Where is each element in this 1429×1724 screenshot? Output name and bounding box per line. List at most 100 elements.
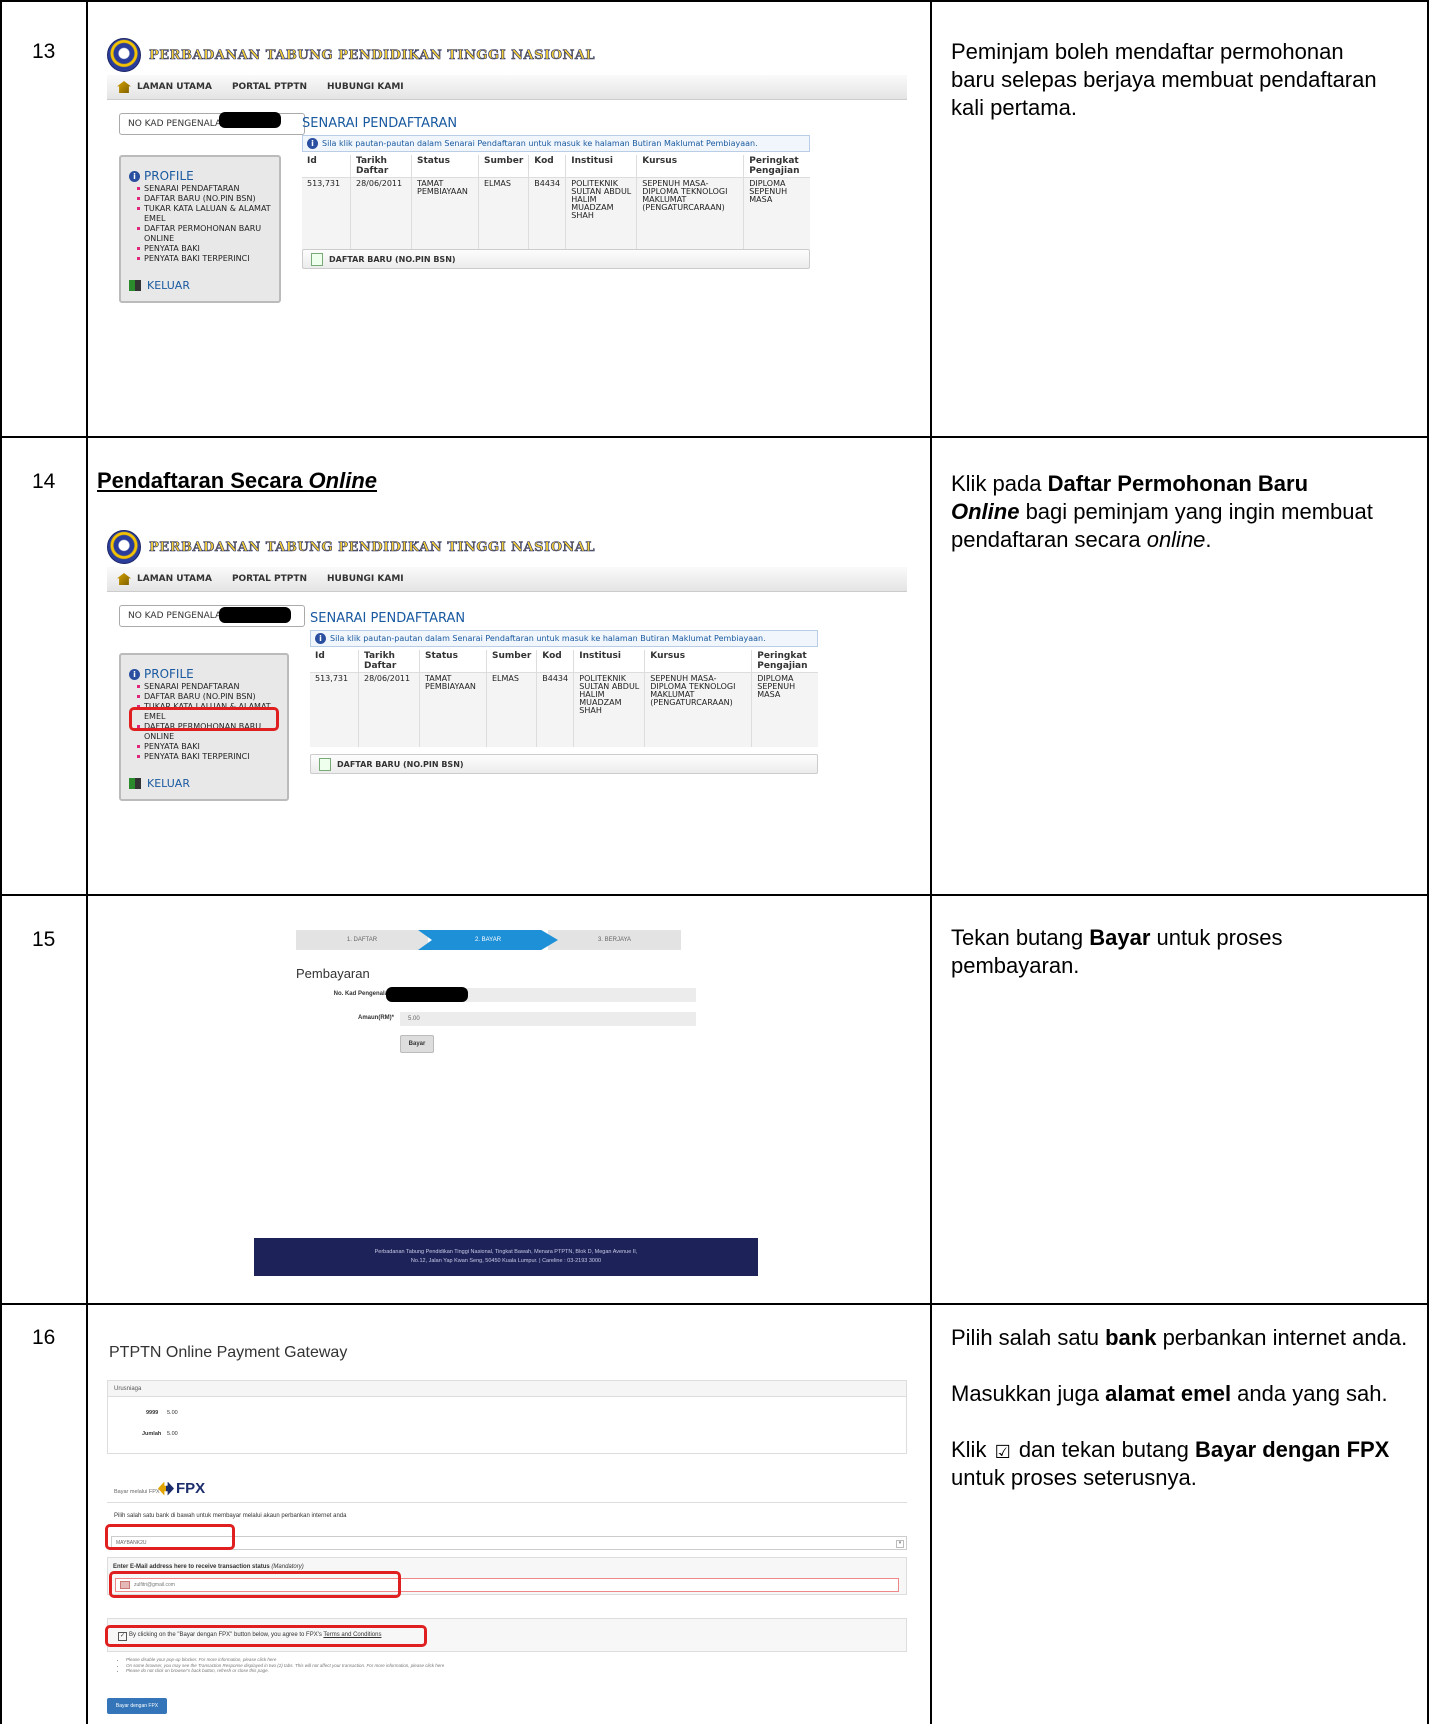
description-14: Klik pada Daftar Permohonan Baru Online b… [951, 470, 1391, 554]
column-divider-1 [86, 0, 88, 1724]
payment-notes: Please disable your pop-up blocker. For … [118, 1657, 444, 1674]
menu-senarai-pendaftaran[interactable]: SENARAI PENDAFTARAN [137, 184, 279, 194]
row-number-16: 16 [32, 1326, 56, 1349]
transaction-panel: Urusniaga 9999 5.00 Jumlah 5.00 [107, 1380, 907, 1454]
description-13: Peminjam boleh mendaftar permohonan baru… [951, 39, 1377, 120]
notice-text: Sila klik pautan-pautan dalam Senarai Pe… [330, 634, 766, 643]
nav-portal-ptptn[interactable]: PORTAL PTPTN [232, 82, 307, 92]
desc-16-p2a: Masukkan juga [951, 1381, 1106, 1406]
dropdown-arrow-icon: ▾ [896, 1540, 904, 1548]
profile-icon: i [129, 170, 140, 182]
daftar-baru-button[interactable]: DAFTAR BARU (NO.PIN BSN) [302, 249, 810, 269]
redaction-bar [386, 987, 468, 1002]
redaction-bar [219, 607, 291, 623]
top-nav: LAMAN UTAMA PORTAL PTPTN HUBUNGI KAMI [107, 75, 907, 100]
menu-penyata-baki[interactable]: PENYATA BAKI [137, 244, 279, 254]
bayar-button[interactable]: Bayar [400, 1035, 434, 1053]
th-tarikh: Tarikh Daftar [350, 155, 412, 178]
cell-peringkat: DIPLOMA SEPENUH MASA [757, 674, 796, 699]
table-border-left [0, 0, 2, 1724]
heading-text: Pendaftaran Secara [97, 468, 309, 493]
highlight-bank-select [105, 1524, 235, 1550]
info-notice: i Sila klik pautan-pautan dalam Senarai P… [302, 135, 810, 152]
add-document-icon [311, 252, 323, 266]
fpx-tab-label[interactable]: Bayar melalui FPX [114, 1489, 160, 1495]
menu-senarai-pendaftaran[interactable]: SENARAI PENDAFTARAN [137, 682, 287, 692]
cell-sumber: ELMAS [486, 672, 538, 747]
daftar-baru-label: DAFTAR BARU (NO.PIN BSN) [329, 254, 456, 264]
th-institusi: Institusi [565, 155, 638, 178]
nav-laman-utama[interactable]: LAMAN UTAMA [137, 82, 212, 92]
footer-line-1: Perbadanan Tabung Pendidikan Tinggi Nasi… [374, 1249, 638, 1255]
payment-title: Pembayaran [296, 966, 370, 981]
desc-16-p1b: bank [1105, 1325, 1157, 1350]
total-amount: 5.00 [167, 1431, 178, 1437]
profile-menu: SENARAI PENDAFTARAN DAFTAR BARU (NO.PIN … [137, 184, 279, 264]
table-header-row: Id Tarikh Daftar Status Sumber Kod Insti… [302, 155, 810, 178]
desc-16-p1: Pilih salah satu bank perbankan internet… [951, 1324, 1421, 1352]
desc-14-a: Klik pada [951, 471, 1048, 496]
row-divider-15-16 [0, 1303, 1429, 1305]
txn-code-amount: 5.00 [167, 1410, 178, 1416]
email-label: Enter E-Mail address here to receive tra… [113, 1564, 304, 1570]
th-peringkat: Peringkat Pengajian [751, 650, 818, 673]
menu-tukar-kata-laluan[interactable]: TUKAR KATA LALUAN & ALAMAT EMEL [137, 204, 279, 224]
cell-status: TAMAT PEMBIAYAAN [419, 672, 487, 747]
amount-input[interactable]: 5.00 [400, 1012, 696, 1026]
desc-14-f: . [1205, 527, 1212, 552]
home-icon [117, 81, 131, 93]
menu-penyata-baki[interactable]: PENYATA BAKI [137, 742, 287, 752]
daftar-baru-label: DAFTAR BARU (NO.PIN BSN) [337, 759, 464, 769]
th-tarikh: Tarikh Daftar [358, 650, 420, 673]
logout-link[interactable]: KELUAR [129, 777, 190, 790]
heading-italic-text: Online [308, 468, 377, 493]
profile-heading: i PROFILE [129, 169, 194, 183]
cell-kursus: SEPENUH MASA- DIPLOMA TEKNOLOGI MAKLUMAT… [644, 672, 753, 747]
nav-laman-utama[interactable]: LAMAN UTAMA [137, 574, 212, 584]
profile-label: PROFILE [144, 667, 194, 681]
txn-code: 9999 [146, 1410, 159, 1416]
cell-id: 513,731 [302, 177, 351, 252]
desc-16-p3a: Klik [951, 1437, 993, 1462]
desc-16-p2c: anda yang sah. [1231, 1381, 1388, 1406]
nav-hubungi-kami[interactable]: HUBUNGI KAMI [327, 82, 404, 92]
desc-15-b: Bayar [1089, 925, 1151, 950]
cell-kursus: SEPENUH MASA- DIPLOMA TEKNOLOGI MAKLUMAT… [636, 177, 745, 252]
menu-daftar-baru[interactable]: DAFTAR BARU (NO.PIN BSN) [137, 692, 287, 702]
section-heading: Pendaftaran Secara Online [97, 468, 377, 494]
nav-hubungi-kami[interactable]: HUBUNGI KAMI [327, 574, 404, 584]
exit-icon [129, 280, 141, 291]
menu-daftar-baru[interactable]: DAFTAR BARU (NO.PIN BSN) [137, 194, 279, 204]
fpx-logo-icon [158, 1481, 174, 1496]
fpx-logo-text: FPX [176, 1480, 206, 1497]
ptptn-emblem-icon [107, 38, 141, 72]
logout-label: KELUAR [147, 279, 190, 292]
daftar-baru-button[interactable]: DAFTAR BARU (NO.PIN BSN) [310, 754, 818, 774]
table-row[interactable]: 513,731 28/06/2011 TAMAT PEMBIAYAAN ELMA… [310, 672, 818, 747]
logo-text: Perbadanan Tabung Pendidikan Tinggi Nasi… [149, 47, 596, 63]
checkbox-icon: ☑ [994, 1442, 1011, 1462]
step-bayar: 2. BAYAR [418, 930, 558, 950]
progress-steps: 1. DAFTAR 2. BAYAR 3. BERJAYA [296, 930, 691, 950]
desc-16-p3c: Bayar dengan FPX [1194, 1437, 1390, 1462]
menu-penyata-baki-terperinci[interactable]: PENYATA BAKI TERPERINCI [137, 752, 287, 762]
column-divider-2 [930, 0, 932, 1724]
bayar-dengan-fpx-button[interactable]: Bayar dengan FPX [107, 1698, 167, 1714]
cell-kod: B4434 [528, 177, 567, 252]
ic-label: No. Kad Pengenalan* [333, 991, 394, 997]
cell-tarikh: 28/06/2011 [358, 672, 420, 747]
transaction-header: Urusniaga [108, 1381, 906, 1397]
table-row[interactable]: 513,731 28/06/2011 TAMAT PEMBIAYAAN ELMA… [302, 177, 810, 252]
logout-link[interactable]: KELUAR [129, 279, 190, 292]
desc-14-b: Daftar Permohonan Baru [1047, 471, 1309, 496]
menu-penyata-baki-terperinci[interactable]: PENYATA BAKI TERPERINCI [137, 254, 279, 264]
row-divider-14-15 [0, 894, 1429, 896]
cell-peringkat: DIPLOMA SEPENUH MASA [749, 179, 788, 204]
ic-number-label: NO KAD PENGENALAN [128, 611, 228, 621]
info-icon: i [307, 138, 318, 149]
registration-table: Id Tarikh Daftar Status Sumber Kod Insti… [310, 650, 818, 747]
nav-portal-ptptn[interactable]: PORTAL PTPTN [232, 574, 307, 584]
cell-kod: B4434 [536, 672, 575, 747]
th-status: Status [411, 155, 479, 178]
menu-daftar-permohonan-online[interactable]: DAFTAR PERMOHONAN BARU ONLINE [137, 224, 279, 244]
